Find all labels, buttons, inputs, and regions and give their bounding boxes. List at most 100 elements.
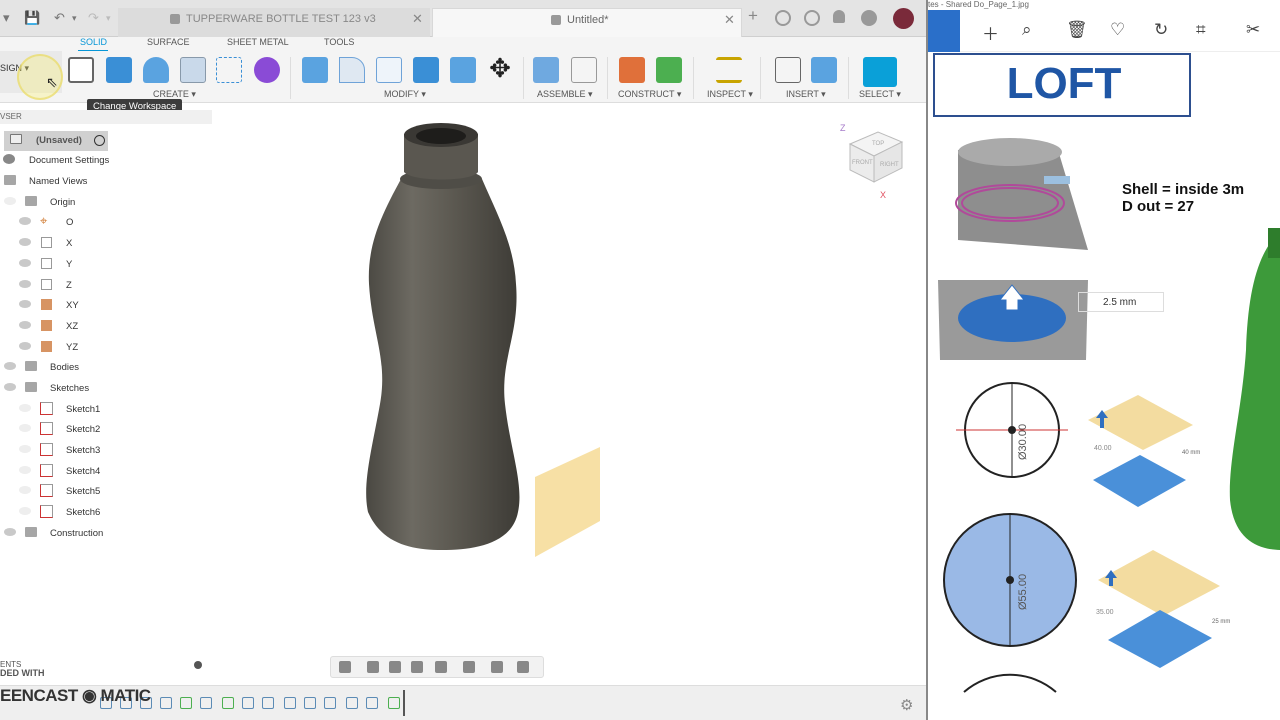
eye-icon[interactable]: [19, 466, 31, 474]
browser-item-construction[interactable]: Construction: [0, 524, 212, 544]
extrude-icon[interactable]: [106, 57, 132, 83]
move-icon[interactable]: ✥: [487, 55, 513, 83]
hole-icon[interactable]: [180, 57, 206, 83]
press-pull-icon[interactable]: [302, 57, 328, 83]
eye-icon[interactable]: [19, 217, 31, 225]
modify-menu[interactable]: MODIFY ▾: [384, 89, 426, 100]
delete-icon[interactable]: 🗑: [1066, 20, 1088, 40]
document-tab-active[interactable]: Untitled* ✕: [432, 8, 742, 37]
add-icon[interactable]: ＋: [982, 20, 999, 45]
3d-viewport[interactable]: [212, 104, 926, 674]
browser-item-plane-xy[interactable]: XY: [0, 296, 212, 316]
inspect-menu[interactable]: INSPECT ▾: [707, 89, 753, 100]
measure-icon[interactable]: [716, 57, 742, 83]
browser-item-plane-xz[interactable]: XZ: [0, 317, 212, 337]
timeline-sketch-icon[interactable]: [200, 697, 212, 709]
eye-icon[interactable]: [19, 238, 31, 246]
browser-item-sketch4[interactable]: Sketch4: [0, 462, 212, 482]
redo-dropdown-icon[interactable]: ▾: [106, 13, 111, 24]
eye-icon[interactable]: [19, 424, 31, 432]
joint-icon[interactable]: [571, 57, 597, 83]
help-icon[interactable]: [861, 10, 877, 26]
create-form-icon[interactable]: [254, 57, 280, 83]
browser-item-sketch2[interactable]: Sketch2: [0, 420, 212, 440]
timeline-plane-icon[interactable]: [388, 697, 400, 709]
job-status-icon[interactable]: [804, 10, 820, 26]
plane-at-angle-icon[interactable]: [656, 57, 682, 83]
insert-canvas-icon[interactable]: [811, 57, 837, 83]
timeline-sketch-icon[interactable]: [304, 697, 316, 709]
eye-icon[interactable]: [19, 300, 31, 308]
browser-item-axis-y[interactable]: Y: [0, 255, 212, 275]
look-at-icon[interactable]: [367, 661, 379, 673]
timeline-settings-icon[interactable]: ⚙: [900, 696, 913, 714]
viewer-app-icon[interactable]: [928, 10, 960, 52]
browser-item-named-views[interactable]: Named Views: [0, 172, 212, 192]
document-tab-inactive[interactable]: TUPPERWARE BOTTLE TEST 123 v3 ✕: [118, 8, 430, 37]
close-tab-icon[interactable]: ✕: [412, 11, 423, 27]
eye-icon[interactable]: [4, 362, 16, 370]
favorite-icon[interactable]: ♡: [1110, 20, 1125, 40]
browser-item-plane-yz[interactable]: YZ: [0, 338, 212, 358]
browser-item-origin[interactable]: Origin: [0, 193, 212, 213]
eye-icon[interactable]: [4, 528, 16, 536]
select-menu[interactable]: SELECT ▾: [859, 89, 901, 100]
edit-icon[interactable]: ✂: [1246, 20, 1260, 40]
viewcube[interactable]: TOP FRONT RIGHT Z X: [838, 122, 908, 202]
create-sketch-icon[interactable]: [68, 57, 94, 83]
timeline-loft-icon[interactable]: [262, 697, 274, 709]
eye-icon[interactable]: [4, 383, 16, 391]
display-settings-icon[interactable]: [463, 661, 475, 673]
assemble-menu[interactable]: ASSEMBLE ▾: [537, 89, 593, 100]
eye-icon[interactable]: [19, 259, 31, 267]
timeline-marker[interactable]: [403, 690, 405, 716]
timeline-plane-icon[interactable]: [180, 697, 192, 709]
pattern-icon[interactable]: [216, 57, 242, 83]
construction-plane[interactable]: [535, 447, 600, 557]
tab-tools[interactable]: TOOLS: [324, 37, 354, 47]
new-tab-icon[interactable]: +: [748, 6, 758, 26]
crop-icon[interactable]: ⌗: [1196, 20, 1206, 40]
undo-icon[interactable]: ↶: [54, 10, 65, 26]
zoom-icon[interactable]: [411, 661, 423, 673]
eye-icon[interactable]: [4, 197, 16, 205]
avatar[interactable]: [893, 8, 914, 29]
tab-sheet-metal[interactable]: SHEET METAL: [227, 37, 289, 47]
eye-icon[interactable]: [19, 321, 31, 329]
combine-icon[interactable]: [450, 57, 476, 83]
pan-icon[interactable]: [389, 661, 401, 673]
add-comment-icon[interactable]: [194, 661, 202, 669]
browser-item-document-settings[interactable]: Document Settings: [0, 151, 212, 171]
eye-icon[interactable]: [19, 404, 31, 412]
orbit-icon[interactable]: [339, 661, 351, 673]
timeline-extrude-icon[interactable]: [324, 697, 336, 709]
new-component-icon[interactable]: [533, 57, 559, 83]
browser-root-item[interactable]: (Unsaved): [4, 131, 108, 151]
browser-item-axis-x[interactable]: X: [0, 234, 212, 254]
shell-icon[interactable]: [413, 57, 439, 83]
rotate-icon[interactable]: ↻: [1154, 20, 1168, 40]
menu-caret-icon[interactable]: ▾: [3, 10, 10, 26]
zoom-in-icon[interactable]: ⌕: [1022, 20, 1032, 40]
browser-item-sketch6[interactable]: Sketch6: [0, 503, 212, 523]
browser-item-bodies[interactable]: Bodies: [0, 358, 212, 378]
select-icon[interactable]: [863, 57, 897, 87]
redo-icon[interactable]: ↷: [88, 10, 99, 26]
close-tab-icon[interactable]: ✕: [724, 12, 735, 28]
activate-icon[interactable]: [94, 135, 105, 146]
construct-menu[interactable]: CONSTRUCT ▾: [618, 89, 681, 100]
timeline-sketch-icon[interactable]: [242, 697, 254, 709]
eye-icon[interactable]: [19, 507, 31, 515]
eye-icon[interactable]: [19, 342, 31, 350]
undo-dropdown-icon[interactable]: ▾: [72, 13, 77, 24]
fillet-icon[interactable]: [339, 57, 365, 83]
grid-icon[interactable]: [491, 661, 503, 673]
browser-item-axis-z[interactable]: Z: [0, 276, 212, 296]
browser-item-sketch1[interactable]: Sketch1: [0, 400, 212, 420]
eye-icon[interactable]: [19, 486, 31, 494]
timeline-plane-icon[interactable]: [222, 697, 234, 709]
insert-menu[interactable]: INSERT ▾: [786, 89, 826, 100]
notifications-icon[interactable]: [833, 10, 845, 23]
offset-plane-icon[interactable]: [619, 57, 645, 83]
timeline-shell-icon[interactable]: [284, 697, 296, 709]
